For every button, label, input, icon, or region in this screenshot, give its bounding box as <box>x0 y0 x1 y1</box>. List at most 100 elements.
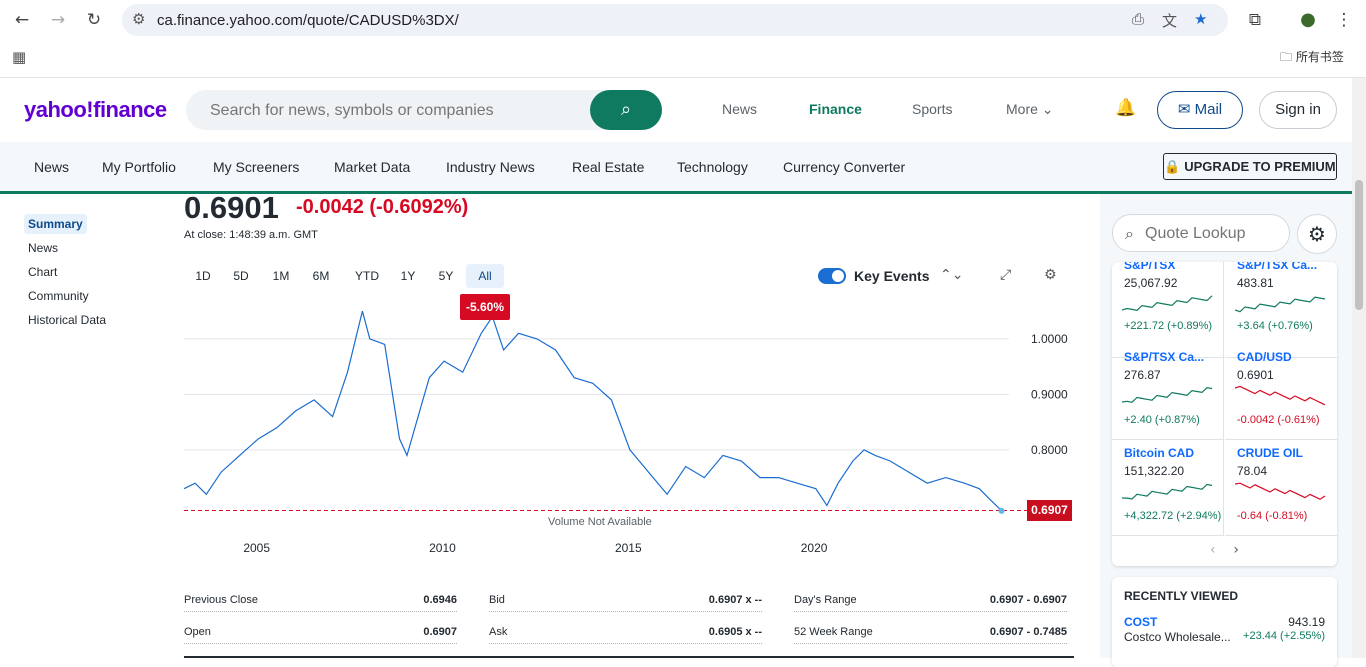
topnav-news[interactable]: News <box>722 101 757 117</box>
stat-value: 0.6946 <box>423 594 457 606</box>
market-card[interactable]: CAD/USD 0.6901 -0.0042 (-0.61%) <box>1225 344 1337 440</box>
url-text[interactable]: ca.finance.yahoo.com/quote/CADUSD%3DX/ <box>157 12 459 29</box>
subnav-currency-converter[interactable]: Currency Converter <box>783 159 905 175</box>
search-input[interactable] <box>210 102 570 120</box>
subnav-industry-news[interactable]: Industry News <box>446 159 535 175</box>
address-bar[interactable]: ⚙ ca.finance.yahoo.com/quote/CADUSD%3DX/… <box>122 4 1228 36</box>
x-tick-label: 2010 <box>429 541 456 555</box>
card-change: +3.64 (+0.76%) <box>1237 320 1313 332</box>
range-ytd[interactable]: YTD <box>350 264 384 288</box>
card-name: S&P/TSX Ca... <box>1237 262 1318 272</box>
card-change: -0.64 (-0.81%) <box>1237 510 1308 522</box>
extensions-icon[interactable]: ⧉ <box>1242 8 1268 32</box>
stat-open: Open 0.6907 <box>184 622 457 644</box>
sign-in-button[interactable]: Sign in <box>1259 91 1337 129</box>
card-change: +2.40 (+0.87%) <box>1124 414 1200 426</box>
range-1d[interactable]: 1D <box>190 264 216 288</box>
stat-label: Day's Range <box>794 594 857 606</box>
y-tick-label: 0.8000 <box>1031 443 1068 457</box>
expand-chart-icon[interactable]: ⤢ <box>1000 267 1011 283</box>
range-6m[interactable]: 6M <box>307 264 335 288</box>
range-5d[interactable]: 5D <box>228 264 254 288</box>
rv-symbol[interactable]: COST <box>1124 615 1157 629</box>
sparkline-path <box>1235 385 1326 406</box>
premium-label: UPGRADE TO PREMIUM <box>1184 159 1336 174</box>
upgrade-premium-button[interactable]: 🔒 UPGRADE TO PREMIUM <box>1163 153 1337 180</box>
reload-icon[interactable]: ↻ <box>81 8 107 32</box>
market-card[interactable]: CRUDE OIL 78.04 -0.64 (-0.81%) <box>1225 440 1337 536</box>
quote-change: -0.0042 (-0.6092%) <box>296 196 469 218</box>
bookmarks-label: 所有书签 <box>1295 50 1344 64</box>
yahoo-finance-logo[interactable]: yahoo!finance <box>24 97 167 123</box>
back-icon[interactable]: ← <box>9 8 35 32</box>
subnav-news[interactable]: News <box>34 159 69 175</box>
topnav-more[interactable]: More ⌄ <box>1006 101 1054 118</box>
leftnav-historical-data[interactable]: Historical Data <box>24 310 110 330</box>
translate-icon[interactable]: 文 <box>1162 10 1177 31</box>
range-all[interactable]: All <box>466 264 504 288</box>
card-price: 276.87 <box>1124 368 1161 382</box>
topnav-sports[interactable]: Sports <box>912 101 952 117</box>
leftnav-news[interactable]: News <box>24 238 62 258</box>
forward-icon[interactable]: → <box>45 8 71 32</box>
lock-icon: 🔒 <box>1164 159 1185 174</box>
profile-avatar-icon[interactable]: ● <box>1295 8 1321 32</box>
market-card[interactable]: S&P/TSX Ca... 276.87 +2.40 (+0.87%) <box>1112 344 1224 440</box>
page-scrollbar[interactable] <box>1352 78 1366 658</box>
all-bookmarks-folder[interactable]: 🗀 所有书签 <box>1280 48 1344 69</box>
chart-type-icon[interactable]: ⌃⌄ <box>940 267 963 283</box>
subnav-market-data[interactable]: Market Data <box>334 159 410 175</box>
next-page-icon[interactable]: › <box>1233 542 1239 558</box>
x-tick-label: 2005 <box>243 541 270 555</box>
card-sparkline <box>1122 483 1213 500</box>
market-card[interactable]: Bitcoin CAD 151,322.20 +4,322.72 (+2.94%… <box>1112 440 1224 536</box>
prev-page-icon[interactable]: ‹ <box>1210 542 1216 558</box>
leftnav-chart[interactable]: Chart <box>24 262 61 282</box>
gear-icon[interactable]: ⚙ <box>1297 214 1337 254</box>
quote-lookup-input[interactable] <box>1145 225 1285 243</box>
sparkline-path <box>1122 387 1213 403</box>
card-name: CRUDE OIL <box>1237 446 1303 460</box>
subnav-my-screeners[interactable]: My Screeners <box>213 159 299 175</box>
scroll-thumb[interactable] <box>1355 180 1363 310</box>
subnav-real-estate[interactable]: Real Estate <box>572 159 644 175</box>
card-price: 0.6901 <box>1237 368 1274 382</box>
leftnav-summary[interactable]: Summary <box>24 214 87 234</box>
topnav-finance[interactable]: Finance <box>809 101 862 117</box>
search-button[interactable]: ⌕ <box>590 90 662 130</box>
range-1m[interactable]: 1M <box>267 264 295 288</box>
card-sparkline <box>1235 296 1326 313</box>
range-5y[interactable]: 5Y <box>434 264 458 288</box>
y-tick-label: 1.0000 <box>1031 332 1068 346</box>
bookmark-star-icon[interactable]: ★ <box>1194 10 1207 28</box>
search-box[interactable]: ⌕ <box>186 90 662 130</box>
card-sparkline <box>1122 387 1213 403</box>
card-sparkline <box>1122 295 1213 311</box>
rv-price: 943.19 <box>1288 615 1325 629</box>
stat-label: Previous Close <box>184 594 258 606</box>
notification-bell-icon[interactable]: 🔔 <box>1115 98 1136 118</box>
leftnav-community[interactable]: Community <box>24 286 93 306</box>
install-icon[interactable]: ⎙ <box>1132 10 1144 28</box>
browser-menu-icon[interactable]: ⋮ <box>1331 8 1357 32</box>
rv-name: Costco Wholesale... <box>1124 630 1231 644</box>
search-icon: ⌕ <box>620 99 632 120</box>
range-1y[interactable]: 1Y <box>396 264 420 288</box>
stat-ask: Ask 0.6905 x -- <box>489 622 762 644</box>
subnav-technology[interactable]: Technology <box>677 159 748 175</box>
quote-lookup-box[interactable]: ⌕ <box>1112 214 1290 252</box>
card-sparkline <box>1235 482 1326 500</box>
recently-viewed: RECENTLY VIEWED COST Costco Wholesale...… <box>1112 577 1337 667</box>
subnav-my-portfolio[interactable]: My Portfolio <box>102 159 176 175</box>
apps-grid-icon[interactable]: ▦ <box>12 48 26 66</box>
cards-pager: ‹ › <box>1112 542 1337 562</box>
mail-button[interactable]: ✉ Mail <box>1157 91 1243 129</box>
chart-settings-icon[interactable]: ⚙ <box>1044 267 1057 283</box>
key-events-toggle[interactable] <box>818 268 846 284</box>
rv-change: +23.44 (+2.55%) <box>1243 630 1325 642</box>
site-settings-icon[interactable]: ⚙ <box>132 10 145 28</box>
sparkline-path <box>1122 483 1213 500</box>
mail-label: Mail <box>1194 101 1223 118</box>
last-point <box>998 507 1005 514</box>
stat-previous-close: Previous Close 0.6946 <box>184 590 457 612</box>
